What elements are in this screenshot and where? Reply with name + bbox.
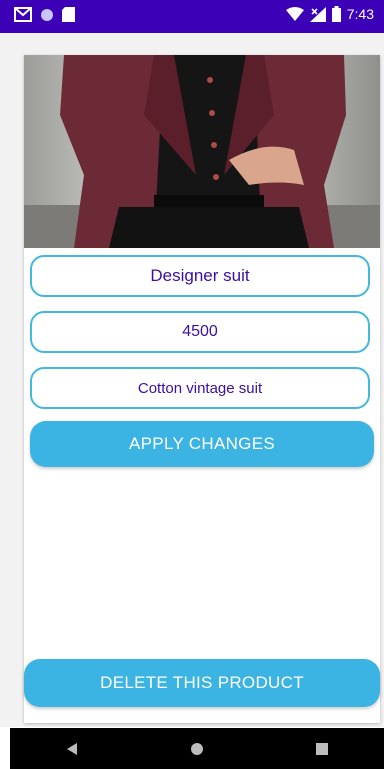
- recents-icon[interactable]: [315, 742, 329, 756]
- status-bar: 7:43: [0, 0, 384, 33]
- circle-icon: [41, 8, 53, 21]
- home-icon[interactable]: [190, 742, 204, 756]
- signal-icon: [309, 6, 326, 22]
- product-name-value: Designer suit: [150, 266, 250, 285]
- product-description-value: Cotton vintage suit: [137, 379, 263, 397]
- back-icon[interactable]: [65, 742, 79, 756]
- notification-icons: [14, 7, 75, 22]
- apply-changes-label: APPLY CHANGES: [129, 434, 275, 453]
- navigation-bar: [10, 728, 384, 769]
- suit-photo: [24, 55, 380, 248]
- system-icons: 7:43: [285, 6, 374, 22]
- battery-icon: [331, 6, 341, 22]
- product-description-field[interactable]: Cotton vintage suit: [30, 367, 370, 409]
- apply-changes-button[interactable]: APPLY CHANGES: [30, 421, 374, 467]
- product-name-field[interactable]: Designer suit: [30, 255, 370, 297]
- sd-card-icon: [62, 7, 75, 22]
- product-image: [24, 55, 380, 248]
- product-price-value: 4500: [182, 323, 218, 340]
- gmail-icon: [14, 7, 32, 22]
- clock: 7:43: [346, 6, 374, 22]
- wifi-icon: [285, 7, 304, 21]
- product-price-field[interactable]: 4500: [30, 311, 370, 353]
- delete-product-button[interactable]: DELETE THIS PRODUCT: [24, 659, 380, 707]
- delete-product-label: DELETE THIS PRODUCT: [100, 673, 304, 692]
